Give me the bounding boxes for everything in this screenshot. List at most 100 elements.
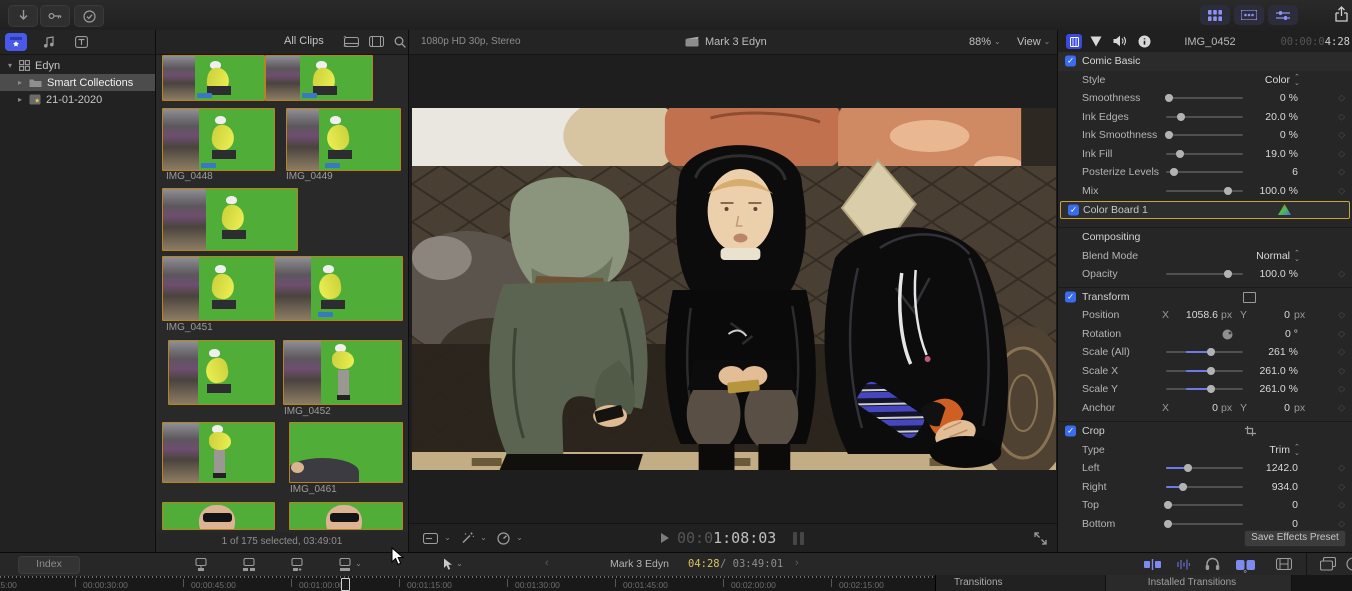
import-media-button[interactable]	[8, 5, 38, 27]
keyframe-diamond-icon[interactable]	[1338, 111, 1345, 122]
effect-enabled-checkbox[interactable]	[1065, 55, 1076, 67]
anchor-x-field[interactable]: 0	[1170, 402, 1218, 414]
param-value[interactable]: 100.0 %	[1208, 185, 1298, 197]
param-value[interactable]: 0 %	[1208, 129, 1298, 141]
connect-edit-button[interactable]	[192, 556, 210, 572]
keyframe-diamond-icon[interactable]	[1338, 463, 1345, 474]
search-button[interactable]	[394, 36, 406, 48]
tab-photos-audio[interactable]	[38, 33, 60, 51]
keyframe-diamond-icon[interactable]	[1338, 310, 1345, 321]
keyframe-diamond-icon[interactable]	[1338, 402, 1345, 413]
param-value[interactable]: 6	[1208, 166, 1298, 178]
clip-thumbnail-img0452[interactable]	[283, 340, 402, 405]
effects-browser-button[interactable]	[1276, 558, 1292, 570]
position-x-field[interactable]: 1058.6	[1170, 309, 1218, 321]
keyword-editor-button[interactable]	[40, 5, 70, 27]
show-browser-button[interactable]	[1200, 5, 1230, 25]
share-button[interactable]	[1334, 6, 1349, 23]
overwrite-edit-menu[interactable]	[336, 556, 364, 572]
disclosure-open-icon[interactable]	[6, 61, 14, 70]
clip-thumbnail[interactable]	[265, 55, 373, 101]
clip-filter-popup[interactable]: All Clips	[284, 35, 324, 47]
clip-appearance-menu[interactable]	[423, 532, 451, 544]
crop-onscreen-icon[interactable]	[1245, 426, 1256, 436]
keyframe-diamond-icon[interactable]	[1338, 328, 1345, 339]
rotation-value[interactable]: 0 °	[1208, 328, 1298, 340]
blend-mode-popup[interactable]: Normal	[1180, 250, 1290, 262]
show-inspector-button[interactable]	[1268, 5, 1298, 25]
section-crop[interactable]: Crop	[1058, 421, 1352, 441]
clip-thumbnail-img0461[interactable]	[289, 422, 403, 483]
tab-color-inspector[interactable]	[1090, 36, 1102, 47]
param-value[interactable]: 19.0 %	[1208, 148, 1298, 160]
keyframe-diamond-icon[interactable]	[1338, 185, 1345, 196]
opacity-value[interactable]: 100.0 %	[1208, 268, 1298, 280]
viewer-timecode[interactable]: 00:01:08:03	[677, 529, 776, 547]
retime-menu[interactable]	[497, 532, 523, 545]
append-edit-button[interactable]	[288, 556, 306, 572]
keyframe-diamond-icon[interactable]	[1338, 148, 1345, 159]
crop-top-value[interactable]: 0	[1208, 499, 1298, 511]
clip-thumbnail-img0449[interactable]	[286, 108, 401, 171]
param-value[interactable]: 0 %	[1208, 92, 1298, 104]
section-compositing[interactable]: Compositing	[1058, 227, 1352, 247]
background-tasks-button[interactable]	[74, 5, 104, 27]
keyframe-diamond-icon[interactable]	[1338, 384, 1345, 395]
crop-bottom-value[interactable]: 0	[1208, 518, 1298, 530]
transform-checkbox[interactable]	[1065, 291, 1076, 303]
transitions-tab[interactable]: Transitions	[935, 575, 1106, 591]
clip-thumbnail[interactable]	[162, 502, 275, 530]
effect-row-comic-basic[interactable]: Comic Basic	[1058, 52, 1352, 71]
film-view-button[interactable]	[369, 36, 384, 47]
keyframe-diamond-icon[interactable]	[1338, 500, 1345, 511]
style-popup[interactable]: Color	[1180, 74, 1290, 86]
index-button[interactable]: Index	[18, 556, 80, 574]
prev-project-arrow[interactable]: ‹	[545, 557, 549, 569]
viewer-zoom-popup[interactable]: 88%	[969, 36, 1001, 48]
tab-audio-inspector[interactable]	[1113, 35, 1127, 47]
tab-video-inspector[interactable]	[1066, 34, 1082, 49]
clip-thumbnail-img0451[interactable]	[162, 256, 275, 321]
viewer-canvas[interactable]	[412, 108, 1056, 470]
keyframe-diamond-icon[interactable]	[1338, 93, 1345, 104]
keyframe-diamond-icon[interactable]	[1338, 347, 1345, 358]
scale-y-value[interactable]: 261.0 %	[1208, 383, 1298, 395]
param-value[interactable]: 20.0 %	[1208, 111, 1298, 123]
installed-transitions-popup[interactable]: Installed Transitions	[1105, 564, 1292, 591]
sidebar-item-event[interactable]: 21-01-2020	[0, 91, 155, 108]
solo-button[interactable]	[1205, 557, 1220, 571]
clip-thumbnail[interactable]	[162, 422, 275, 483]
clip-thumbnail[interactable]	[168, 340, 275, 405]
audio-meter[interactable]	[793, 532, 797, 545]
effect-row-color-board[interactable]: Color Board 1	[1060, 201, 1350, 219]
viewer-view-popup[interactable]: View	[1017, 36, 1050, 48]
audio-meter[interactable]	[800, 532, 804, 545]
clip-thumbnail[interactable]	[289, 502, 403, 530]
clip-thumbnail[interactable]	[274, 256, 403, 321]
clip-thumbnail[interactable]	[162, 188, 298, 251]
crop-left-value[interactable]: 1242.0	[1208, 462, 1298, 474]
clip-appearance-button[interactable]	[344, 37, 359, 47]
fullscreen-button[interactable]	[1034, 532, 1047, 545]
keyframe-diamond-icon[interactable]	[1338, 481, 1345, 492]
disclosure-closed-icon[interactable]	[16, 95, 24, 104]
tab-titles-generators[interactable]	[70, 33, 92, 51]
scale-all-value[interactable]: 261 %	[1208, 346, 1298, 358]
audio-skimming-button[interactable]	[1176, 558, 1190, 571]
clip-thumbnail-img0448[interactable]	[162, 108, 275, 171]
insert-edit-button[interactable]	[240, 556, 258, 572]
tab-info-inspector[interactable]	[1138, 35, 1151, 48]
tab-libraries[interactable]	[5, 33, 27, 51]
playhead[interactable]	[341, 578, 350, 591]
keyframe-diamond-icon[interactable]	[1338, 269, 1345, 280]
anchor-y-field[interactable]: 0	[1248, 402, 1290, 414]
keyframe-diamond-icon[interactable]	[1338, 365, 1345, 376]
save-effects-preset-button[interactable]: Save Effects Preset	[1244, 530, 1346, 547]
photos-browser-button[interactable]	[1346, 557, 1352, 571]
next-project-arrow[interactable]: ›	[795, 557, 799, 569]
keyframe-diamond-icon[interactable]	[1338, 167, 1345, 178]
color-board-checkbox[interactable]	[1068, 204, 1079, 216]
keyframe-diamond-icon[interactable]	[1338, 518, 1345, 529]
position-y-field[interactable]: 0	[1248, 309, 1290, 321]
scale-x-value[interactable]: 261.0 %	[1208, 365, 1298, 377]
